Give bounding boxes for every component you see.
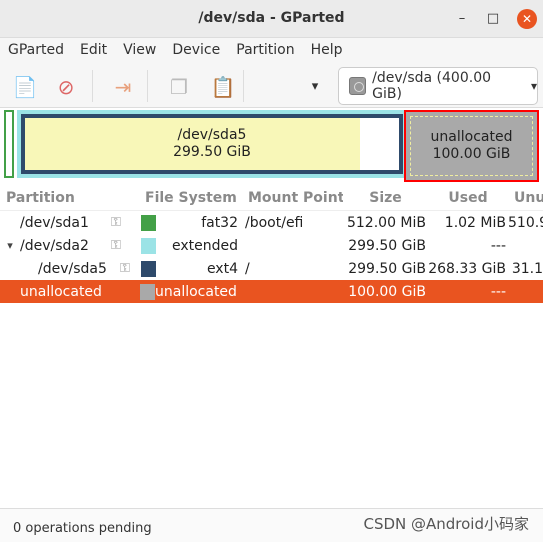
col-partition[interactable]: Partition: [0, 190, 140, 206]
menu-bar: GParted Edit View Device Partition Help: [0, 38, 543, 62]
filesystem: ext4: [206, 260, 238, 277]
minimize-button[interactable]: –: [452, 9, 472, 29]
menu-edit[interactable]: Edit: [80, 42, 107, 58]
key-icon: ⚿: [120, 261, 130, 276]
copy-icon[interactable]: ❐: [166, 74, 192, 100]
partition-name: /dev/sda5: [38, 260, 107, 277]
menu-device[interactable]: Device: [172, 42, 220, 58]
separator: [92, 70, 93, 102]
menu-help[interactable]: Help: [311, 42, 343, 58]
size: 299.50 GiB: [348, 237, 426, 254]
unused: 510.9: [508, 214, 543, 231]
used: ---: [490, 237, 506, 254]
used: ---: [490, 283, 506, 300]
table-row[interactable]: unallocated unallocated 100.00 GiB ---: [0, 280, 543, 303]
partition-sda5-block[interactable]: /dev/sda5 299.50 GiB: [21, 114, 403, 174]
unused: 31.1: [511, 260, 543, 277]
partition-name: unallocated: [20, 283, 102, 300]
watermark: CSDN @Android小码家: [363, 515, 529, 533]
menu-partition[interactable]: Partition: [236, 42, 294, 58]
unallocated-label: unallocated 100.00 GiB: [410, 116, 533, 176]
fs-color-swatch: [141, 214, 156, 231]
mount-point: /: [245, 260, 250, 277]
sda5-label: /dev/sda5 299.50 GiB: [25, 118, 399, 170]
status-text: 0 operations pending: [13, 521, 152, 536]
key-icon: ⚿: [111, 215, 121, 230]
fs-color-swatch: [141, 237, 156, 254]
paste-icon[interactable]: 📋: [210, 74, 236, 100]
delete-icon[interactable]: ⊘: [53, 74, 79, 100]
mount-point: /boot/efi: [245, 214, 304, 231]
filesystem: extended: [171, 237, 238, 254]
unallocated-size: 100.00 GiB: [432, 146, 511, 162]
partition-sda2-block[interactable]: /dev/sda5 299.50 GiB: [17, 110, 407, 178]
size: 512.00 MiB: [346, 214, 426, 231]
expander-icon[interactable]: ▾: [0, 239, 20, 252]
device-selector[interactable]: /dev/sda (400.00 GiB) ▾: [338, 67, 538, 105]
sda5-name: /dev/sda5: [177, 127, 247, 143]
title-bar: /dev/sda - GParted – □ ✕: [0, 0, 543, 38]
menu-gparted[interactable]: GParted: [8, 42, 64, 58]
col-unused[interactable]: Unu: [508, 190, 543, 206]
filesystem: unallocated: [155, 283, 237, 300]
fs-color-swatch: [141, 260, 156, 277]
unallocated-block[interactable]: unallocated 100.00 GiB: [404, 110, 539, 182]
sda5-size: 299.50 GiB: [173, 144, 251, 160]
partition-sda1-block[interactable]: [4, 110, 14, 178]
filesystem: fat32: [201, 214, 238, 231]
chevron-down-icon: ▾: [530, 79, 537, 93]
toolbar: 📄 ⊘ ⇥ ❐ 📋 ▾ /dev/sda (400.00 GiB) ▾: [0, 62, 543, 108]
apply-icon[interactable]: ⇥: [110, 74, 136, 100]
menu-view[interactable]: View: [123, 42, 156, 58]
disk-icon: [349, 77, 367, 95]
size: 299.50 GiB: [348, 260, 426, 277]
unallocated-name: unallocated: [430, 129, 513, 145]
table-row[interactable]: /dev/sda1 ⚿ fat32 /boot/efi 512.00 MiB 1…: [0, 211, 543, 234]
new-partition-icon[interactable]: 📄: [12, 74, 38, 100]
separator: [147, 70, 148, 102]
col-mount-point[interactable]: Mount Point: [243, 190, 343, 206]
partition-table: Partition File System Mount Point Size U…: [0, 185, 543, 303]
table-row[interactable]: /dev/sda5 ⚿ ext4 / 299.50 GiB 268.33 GiB…: [0, 257, 543, 280]
col-used[interactable]: Used: [428, 190, 508, 206]
close-button[interactable]: ✕: [517, 9, 537, 29]
col-size[interactable]: Size: [343, 190, 428, 206]
table-row[interactable]: ▾ /dev/sda2 ⚿ extended 299.50 GiB ---: [0, 234, 543, 257]
maximize-button[interactable]: □: [483, 9, 503, 29]
used: 268.33 GiB: [428, 260, 506, 277]
key-icon: ⚿: [111, 238, 121, 253]
more-dropdown[interactable]: ▾: [302, 74, 328, 100]
partition-name: /dev/sda2: [20, 237, 89, 254]
separator: [243, 70, 244, 102]
partition-name: /dev/sda1: [20, 214, 89, 231]
size: 100.00 GiB: [348, 283, 426, 300]
device-label: /dev/sda (400.00 GiB): [372, 70, 492, 102]
fs-color-swatch: [140, 283, 155, 300]
col-filesystem[interactable]: File System: [140, 190, 243, 206]
used: 1.02 MiB: [444, 214, 506, 231]
